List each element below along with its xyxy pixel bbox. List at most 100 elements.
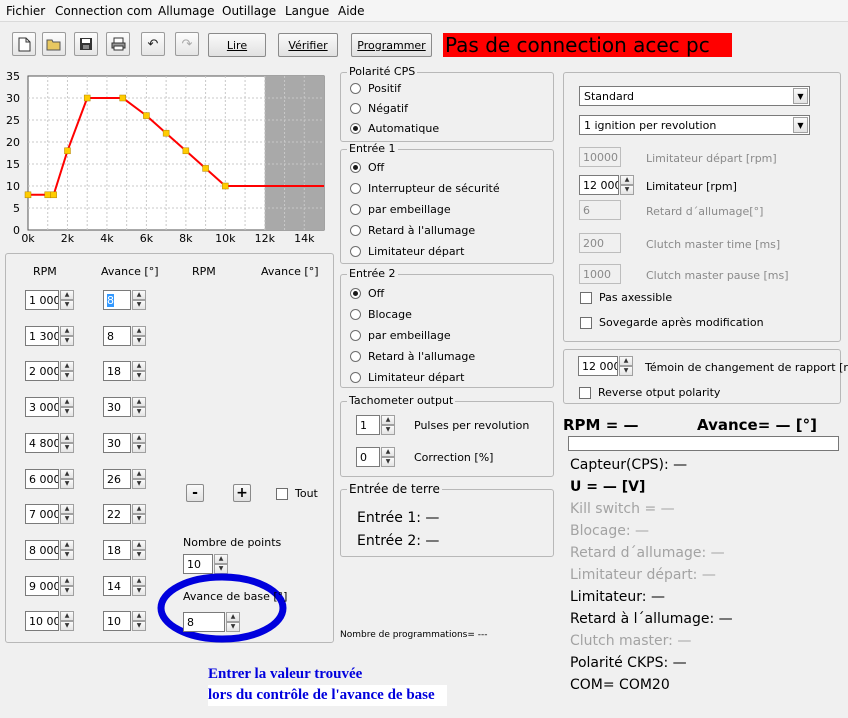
avance-row-0-spin[interactable]: 8 ▲ ▼ — [103, 290, 146, 310]
minus-button[interactable]: - — [186, 484, 204, 502]
entree1-radio-3[interactable] — [350, 225, 361, 236]
spin-up-icon[interactable]: ▲ — [381, 415, 395, 425]
rpm-row-8-input[interactable]: 9 000 — [25, 575, 59, 596]
spin-down-icon[interactable]: ▼ — [381, 425, 395, 435]
menu-outillage[interactable]: Outillage — [222, 4, 276, 18]
entree2-radio-1[interactable] — [350, 309, 361, 320]
spin-down-icon[interactable]: ▼ — [132, 371, 146, 382]
spin-down-icon[interactable]: ▼ — [60, 335, 74, 346]
reverse-checkbox[interactable]: Reverse otput polarity — [579, 386, 720, 399]
avance-row-6-arrows[interactable]: ▲ ▼ — [132, 504, 146, 525]
base-adv-input[interactable]: 8 — [183, 612, 225, 632]
spin-down-icon[interactable]: ▼ — [132, 478, 146, 489]
rpm-row-1-arrows[interactable]: ▲ ▼ — [60, 325, 74, 346]
plus-button[interactable]: + — [233, 484, 251, 502]
avance-row-8-arrows[interactable]: ▲ ▼ — [132, 575, 146, 596]
open-folder-icon[interactable] — [42, 32, 66, 56]
avance-row-6-spin[interactable]: 22 ▲ ▼ — [103, 504, 146, 525]
pas-axessible-box[interactable] — [580, 291, 592, 304]
spin-down-icon[interactable]: ▼ — [226, 622, 240, 632]
spin-down-icon[interactable]: ▼ — [60, 514, 74, 525]
avance-row-7-spin[interactable]: 18 ▲ ▼ — [103, 539, 146, 560]
spin-down-icon[interactable]: ▼ — [619, 366, 633, 376]
rpm-row-2-spin[interactable]: 2 000 ▲ ▼ — [25, 361, 74, 382]
rpm-row-1-input[interactable]: 1 300 — [25, 325, 59, 346]
rpm-row-4-input[interactable]: 4 800 — [25, 432, 59, 453]
spin-down-icon[interactable]: ▼ — [132, 514, 146, 525]
rpm-row-7-input[interactable]: 8 000 — [25, 539, 59, 560]
spin-up-icon[interactable]: ▲ — [60, 611, 74, 622]
avance-row-2-arrows[interactable]: ▲ ▼ — [132, 361, 146, 382]
ignition-select[interactable]: 1 ignition per revolution ▼ — [579, 115, 810, 135]
rpm-row-0-spin[interactable]: 1 000 ▲ ▼ — [25, 290, 74, 310]
rpm-row-7-arrows[interactable]: ▲ ▼ — [60, 539, 74, 560]
avance-row-9-spin[interactable]: 10 ▲ ▼ — [103, 611, 146, 632]
program-button[interactable]: Programmer — [351, 33, 432, 57]
polarite-option-2[interactable]: Automatique — [350, 122, 439, 135]
entree2-option-1[interactable]: Blocage — [350, 308, 412, 321]
spin-up-icon[interactable]: ▲ — [132, 361, 146, 372]
rpm-row-1-spin[interactable]: 1 300 ▲ ▼ — [25, 325, 74, 346]
entree2-option-0[interactable]: Off — [350, 287, 384, 300]
rpm-row-9-spin[interactable]: 10 000▲▼ — [25, 611, 74, 632]
rpm-row-4-arrows[interactable]: ▲ ▼ — [60, 432, 74, 453]
entree2-radio-3[interactable] — [350, 351, 361, 362]
spin-up-icon[interactable]: ▲ — [214, 554, 228, 564]
avance-row-5-arrows[interactable]: ▲ ▼ — [132, 468, 146, 489]
avance-row-2-spin[interactable]: 18 ▲ ▼ — [103, 361, 146, 382]
rpm-row-9-input[interactable]: 10 000 — [25, 611, 59, 632]
spin-down-icon[interactable]: ▼ — [132, 549, 146, 560]
spin-up-icon[interactable]: ▲ — [381, 447, 395, 457]
reverse-box[interactable] — [579, 386, 591, 399]
spin-up-icon[interactable]: ▲ — [60, 290, 74, 300]
rpm-row-5-spin[interactable]: 6 000 ▲ ▼ — [25, 468, 74, 489]
spin-up-icon[interactable]: ▲ — [132, 611, 146, 622]
avance-row-3-input[interactable]: 30 — [103, 397, 131, 418]
spin-up-icon[interactable]: ▲ — [60, 361, 74, 372]
avance-row-1-arrows[interactable]: ▲ ▼ — [132, 325, 146, 346]
entree1-option-3[interactable]: Retard à l'allumage — [350, 224, 475, 237]
sovegarde-box[interactable] — [580, 316, 592, 329]
spin-up-icon[interactable]: ▲ — [132, 432, 146, 443]
polarite-option-0[interactable]: Positif — [350, 82, 401, 95]
menu-langue[interactable]: Langue — [285, 4, 329, 18]
avance-row-2-input[interactable]: 18 — [103, 361, 131, 382]
undo-icon[interactable]: ↶ — [141, 32, 165, 56]
chevron-down-icon[interactable]: ▼ — [793, 88, 808, 104]
rpm-row-5-arrows[interactable]: ▲ ▼ — [60, 468, 74, 489]
polarite-radio-1[interactable] — [350, 103, 361, 114]
spin-up-icon[interactable]: ▲ — [132, 290, 146, 300]
avance-row-6-input[interactable]: 22 — [103, 504, 131, 525]
spin-down-icon[interactable]: ▼ — [60, 621, 74, 632]
shift-spin[interactable]: 12 000 ▲ ▼ — [578, 356, 633, 376]
avance-row-0-arrows[interactable]: ▲ ▼ — [132, 290, 146, 310]
rpm-row-3-input[interactable]: 3 000 — [25, 397, 59, 418]
entree1-option-0[interactable]: Off — [350, 161, 384, 174]
entree2-radio-0[interactable] — [350, 288, 361, 299]
rpm-row-4-spin[interactable]: 4 800 ▲ ▼ — [25, 432, 74, 453]
spin-up-icon[interactable]: ▲ — [619, 356, 633, 366]
tout-checkbox[interactable]: Tout — [276, 487, 318, 500]
pas-axessible-checkbox[interactable]: Pas axessible — [580, 291, 672, 304]
spin-up-icon[interactable]: ▲ — [620, 175, 634, 185]
spin-up-icon[interactable]: ▲ — [132, 397, 146, 408]
entree2-radio-4[interactable] — [350, 372, 361, 383]
avance-row-4-arrows[interactable]: ▲ ▼ — [132, 432, 146, 453]
menu-connection-com[interactable]: Connection com — [55, 4, 152, 18]
entree1-option-1[interactable]: Interrupteur de sécurité — [350, 182, 500, 195]
sovegarde-checkbox[interactable]: Sovegarde après modification — [580, 316, 764, 329]
entree1-radio-2[interactable] — [350, 204, 361, 215]
avance-row-3-spin[interactable]: 30 ▲ ▼ — [103, 397, 146, 418]
rpm-row-2-arrows[interactable]: ▲ ▼ — [60, 361, 74, 382]
polarite-radio-0[interactable] — [350, 83, 361, 94]
menu-fichier[interactable]: Fichier — [6, 4, 45, 18]
spin-down-icon[interactable]: ▼ — [60, 442, 74, 453]
save-disk-icon[interactable] — [74, 32, 98, 56]
avance-row-8-spin[interactable]: 14 ▲ ▼ — [103, 575, 146, 596]
entree1-option-4[interactable]: Limitateur départ — [350, 245, 464, 258]
entree1-radio-4[interactable] — [350, 246, 361, 257]
spin-up-icon[interactable]: ▲ — [60, 432, 74, 443]
avance-row-9-input[interactable]: 10 — [103, 611, 131, 632]
polarite-radio-2[interactable] — [350, 123, 361, 134]
spin-up-icon[interactable]: ▲ — [60, 575, 74, 586]
